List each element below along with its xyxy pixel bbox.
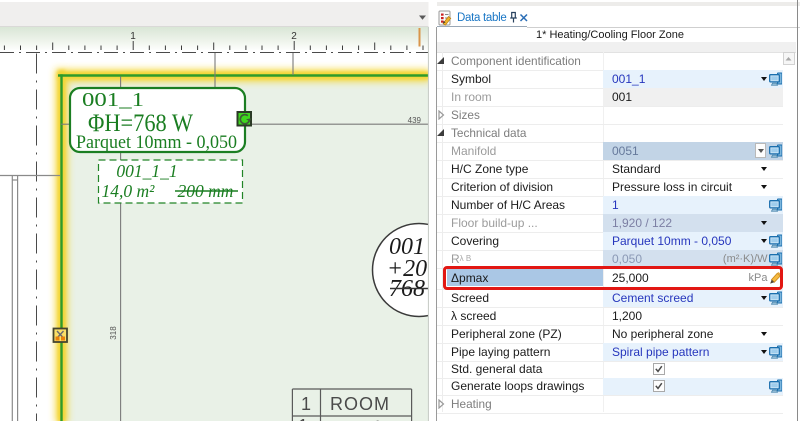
svg-text:1: 1 [301,394,311,414]
svg-text:1: 1 [298,416,308,421]
svg-text:318: 318 [109,326,118,340]
svg-text:ROOM: ROOM [330,394,390,414]
svg-text:001_1: 001_1 [82,89,144,111]
svg-text:001_1_1: 001_1_1 [116,161,177,181]
svg-text:439: 439 [408,116,422,125]
svg-text:2: 2 [291,31,297,42]
svg-text:14,0 m²: 14,0 m² [102,181,156,201]
svg-text:1: 1 [130,31,136,42]
svg-text:Parquet 10mm - 0,050: Parquet 10mm - 0,050 [76,133,237,153]
